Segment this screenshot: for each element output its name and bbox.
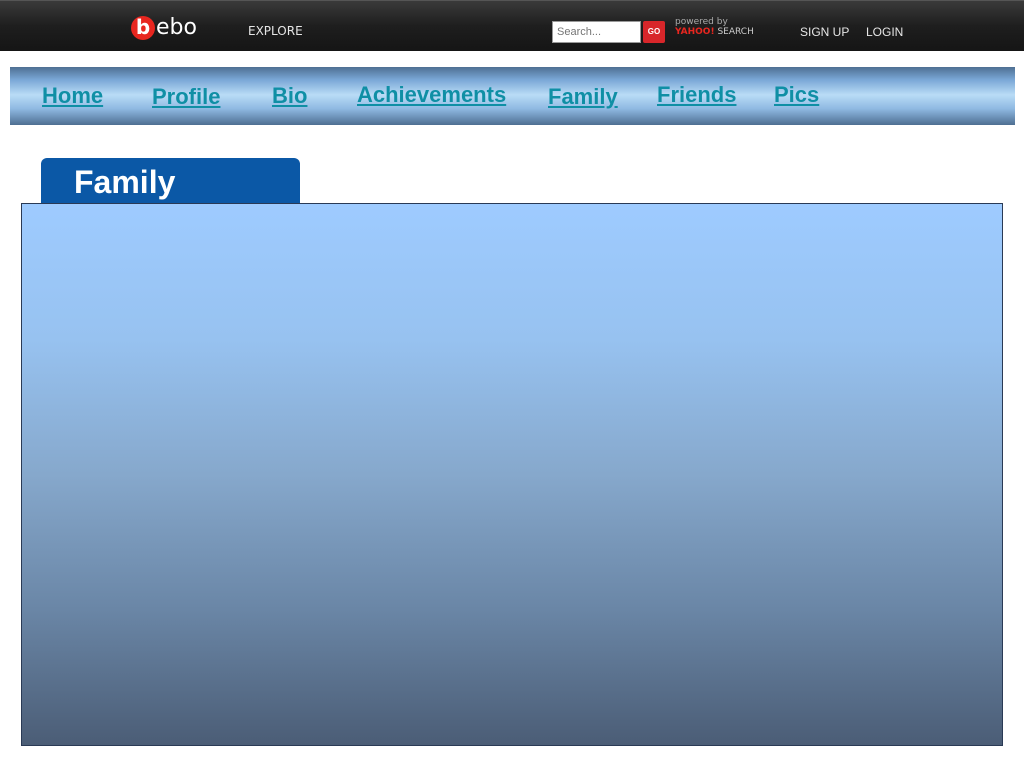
nav-link-family[interactable]: Family [548, 84, 618, 110]
yahoo-logo-text: YAHOO! [675, 27, 715, 37]
search-input[interactable] [552, 21, 641, 43]
content-panel [21, 203, 1003, 746]
explore-link[interactable]: EXPLORE [248, 24, 303, 38]
login-link[interactable]: LOGIN [866, 25, 903, 39]
nav-link-friends[interactable]: Friends [657, 82, 736, 108]
search-go-button[interactable]: GO [643, 21, 665, 43]
nav-link-bio[interactable]: Bio [272, 83, 307, 109]
powered-by-text: powered by [675, 17, 728, 27]
bebo-logo-mark: b [131, 16, 155, 40]
section-title: Family [74, 164, 176, 200]
top-bar: b ebo EXPLORE GO powered by YAHOO! SEARC… [0, 0, 1024, 51]
search-word: SEARCH [717, 27, 754, 37]
nav-link-profile[interactable]: Profile [152, 84, 220, 110]
nav-bar: Home Profile Bio Achievements Family Fri… [10, 67, 1015, 125]
section-tab: Family [41, 158, 300, 204]
sign-up-link[interactable]: SIGN UP [800, 25, 849, 39]
bebo-logo[interactable]: b ebo [131, 15, 197, 41]
nav-link-achievements[interactable]: Achievements [357, 82, 506, 108]
nav-link-pics[interactable]: Pics [774, 82, 819, 108]
bebo-logo-text: ebo [156, 15, 197, 40]
nav-link-home[interactable]: Home [42, 83, 103, 109]
powered-by-yahoo: powered by YAHOO! SEARCH [675, 17, 754, 37]
